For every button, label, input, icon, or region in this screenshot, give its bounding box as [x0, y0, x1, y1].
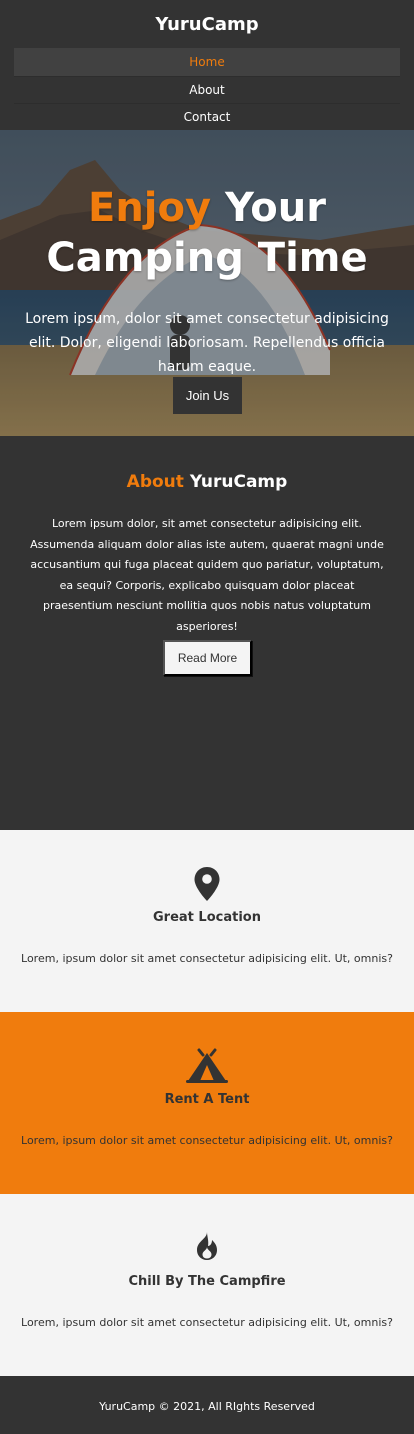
- about-title: About YuruCamp: [0, 472, 414, 492]
- hero-title-accent: Enjoy: [88, 185, 212, 231]
- feature-campfire: Chill By The Campfire Lorem, ipsum dolor…: [0, 1194, 414, 1376]
- hero-title-line2: Camping Time: [46, 235, 368, 281]
- brand-logo[interactable]: YuruCamp: [0, 0, 414, 48]
- footer-text: YuruCamp © 2021, All RIghts Reserved: [99, 1399, 315, 1413]
- hero-text: Lorem ipsum, dolor sit amet consectetur …: [25, 311, 389, 375]
- nav-item-home[interactable]: Home: [14, 48, 400, 76]
- feature-text: Lorem, ipsum dolor sit amet consectetur …: [21, 1134, 393, 1147]
- tent-icon: [0, 1048, 414, 1084]
- feature-text: Lorem, ipsum dolor sit amet consectetur …: [21, 952, 393, 965]
- feature-title: Great Location: [153, 910, 261, 925]
- feature-title: Rent A Tent: [164, 1092, 250, 1107]
- feature-tent: Rent A Tent Lorem, ipsum dolor sit amet …: [0, 1012, 414, 1194]
- about-title-rest: YuruCamp: [183, 472, 288, 492]
- main-nav: Home About Contact: [14, 48, 400, 131]
- about-section: About YuruCamp Lorem ipsum dolor, sit am…: [0, 436, 414, 830]
- feature-title: Chill By The Campfire: [128, 1274, 286, 1289]
- hero-section: Enjoy Your Camping Time Lorem ipsum, dol…: [0, 130, 414, 436]
- read-more-button[interactable]: Read More: [163, 640, 252, 676]
- map-pin-icon: [0, 866, 414, 902]
- nav-item-contact[interactable]: Contact: [14, 103, 400, 131]
- about-title-accent: About: [126, 472, 184, 492]
- site-footer: YuruCamp © 2021, All RIghts Reserved: [0, 1376, 414, 1434]
- about-text: Lorem ipsum dolor, sit amet consectetur …: [30, 517, 384, 633]
- hero-title: Enjoy Your Camping Time: [0, 183, 414, 283]
- feature-location: Great Location Lorem, ipsum dolor sit am…: [0, 830, 414, 1012]
- fire-icon: [0, 1230, 414, 1262]
- join-us-button[interactable]: Join Us: [173, 377, 242, 414]
- site-header: YuruCamp Home About Contact: [0, 0, 414, 130]
- hero-title-line1: Your: [211, 185, 326, 231]
- nav-item-about[interactable]: About: [14, 75, 400, 104]
- feature-text: Lorem, ipsum dolor sit amet consectetur …: [21, 1316, 393, 1329]
